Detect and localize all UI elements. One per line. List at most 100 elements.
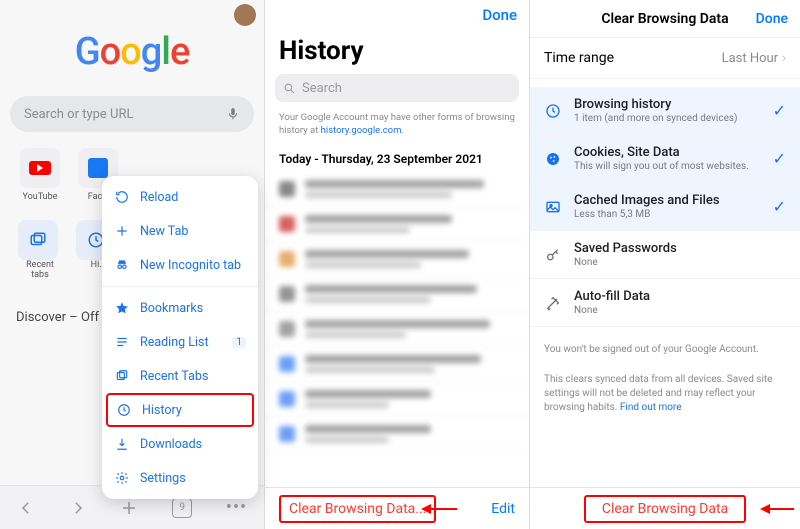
done-button[interactable]: Done [756,11,788,27]
menu-reading-list[interactable]: Reading List 1 [102,325,258,359]
history-panel: Done History Search Your Google Account … [265,0,530,529]
option-cookies[interactable]: Cookies, Site DataThis will sign you out… [530,135,800,183]
reading-list-badge: 1 [232,337,246,348]
clear-data-panel: Clear Browsing Data Done Time range Last… [530,0,800,529]
history-list [265,172,529,452]
new-tab-button[interactable] [120,499,138,517]
time-range-row[interactable]: Time range Last Hour › [530,38,800,79]
menu-history[interactable]: History [106,393,254,427]
menu-label: New Incognito tab [140,258,241,273]
omnibox-placeholder: Search or type URL [24,107,133,122]
overflow-menu: Reload New Tab New Incognito tab Bookmar… [102,176,258,499]
key-icon [544,246,562,264]
option-passwords[interactable]: Saved PasswordsNone [530,231,800,279]
google-logo: Google [0,30,264,74]
tab-switcher[interactable]: 9 [172,498,192,518]
profile-avatar[interactable] [234,4,256,26]
option-sub: None [574,305,786,316]
cookie-icon [544,150,562,168]
logo-letter: G [75,30,100,74]
recent-tabs-label: Recent tabs [18,260,62,280]
logo-letter: g [141,30,162,74]
clear-browsing-data-button[interactable]: Clear Browsing Data [584,495,746,523]
search-placeholder: Search [302,81,342,96]
menu-label: Reading List [140,335,209,350]
reading-list-icon [114,334,130,350]
history-icon [116,402,132,418]
omnibox[interactable]: Search or type URL [10,96,254,132]
history-item[interactable] [265,242,529,277]
option-title: Browsing history [574,97,761,112]
chrome-home-panel: Google Search or type URL YouTube Fac… [0,0,265,529]
overflow-button[interactable]: ••• [226,499,247,517]
option-browsing-history[interactable]: Browsing history1 item (and more on sync… [530,87,800,135]
history-item[interactable] [265,277,529,312]
menu-new-incognito[interactable]: New Incognito tab [102,248,258,282]
shortcut-youtube[interactable]: YouTube [18,148,62,202]
back-button[interactable] [17,499,35,517]
menu-bookmarks[interactable]: Bookmarks [102,291,258,325]
menu-label: History [142,403,182,418]
menu-reload[interactable]: Reload [102,180,258,214]
history-info: Your Google Account may have other forms… [279,112,517,138]
youtube-icon [29,161,51,175]
check-icon: ✓ [773,149,786,168]
recent-tabs-tile[interactable] [18,220,58,260]
history-item[interactable] [265,347,529,382]
forward-button[interactable] [69,499,87,517]
menu-label: Bookmarks [140,301,203,316]
menu-recent-tabs[interactable]: Recent Tabs [102,359,258,393]
clear-browsing-data-button[interactable]: Clear Browsing Data... [279,495,436,523]
history-title: History [279,36,529,66]
menu-label: Settings [140,471,186,486]
reload-icon [114,189,130,205]
logo-letter: e [170,30,189,74]
option-title: Cookies, Site Data [574,145,761,160]
menu-new-tab[interactable]: New Tab [102,214,258,248]
search-icon [283,82,296,95]
signout-note: You won't be signed out of your Google A… [544,343,786,357]
time-range-label: Time range [544,50,614,66]
autofill-icon [544,294,562,312]
annotation-arrow-icon [760,501,794,517]
option-sub: Less than 5,3 MB [574,209,761,220]
image-icon [544,198,562,216]
mic-icon[interactable] [226,107,240,121]
menu-settings[interactable]: Settings [102,461,258,495]
logo-letter: l [161,30,170,74]
history-search[interactable]: Search [275,74,519,102]
menu-downloads[interactable]: Downloads [102,427,258,461]
history-toolbar: Clear Browsing Data... Edit [265,487,529,529]
done-button[interactable]: Done [482,6,517,24]
history-item[interactable] [265,312,529,347]
clear-data-header: Clear Browsing Data Done [530,0,800,38]
option-autofill[interactable]: Auto-fill DataNone [530,279,800,327]
find-out-more-link[interactable]: Find out more [620,402,682,413]
history-icon [544,102,562,120]
history-item[interactable] [265,172,529,207]
download-icon [114,436,130,452]
history-item[interactable] [265,417,529,452]
check-icon: ✓ [773,101,786,120]
option-cached[interactable]: Cached Images and FilesLess than 5,3 MB … [530,183,800,231]
history-date-header: Today - Thursday, 23 September 2021 [279,152,529,166]
option-title: Saved Passwords [574,241,786,256]
menu-label: Reload [140,190,178,205]
option-title: Cached Images and Files [574,193,761,208]
edit-button[interactable]: Edit [491,501,515,517]
logo-letter: o [100,30,121,74]
clear-data-title: Clear Browsing Data [601,11,728,27]
option-title: Auto-fill Data [574,289,786,304]
star-icon [114,300,130,316]
incognito-icon [114,257,130,273]
facebook-icon [88,158,108,178]
option-sub: 1 item (and more on synced devices) [574,113,761,124]
menu-label: New Tab [140,224,188,239]
sync-note: This clears synced data from all devices… [544,373,786,415]
plus-icon [114,223,130,239]
history-item[interactable] [265,207,529,242]
shortcut-label: YouTube [18,192,62,202]
chevron-right-icon: › [782,51,786,66]
history-item[interactable] [265,382,529,417]
history-info-link[interactable]: history.google.com [321,125,402,136]
